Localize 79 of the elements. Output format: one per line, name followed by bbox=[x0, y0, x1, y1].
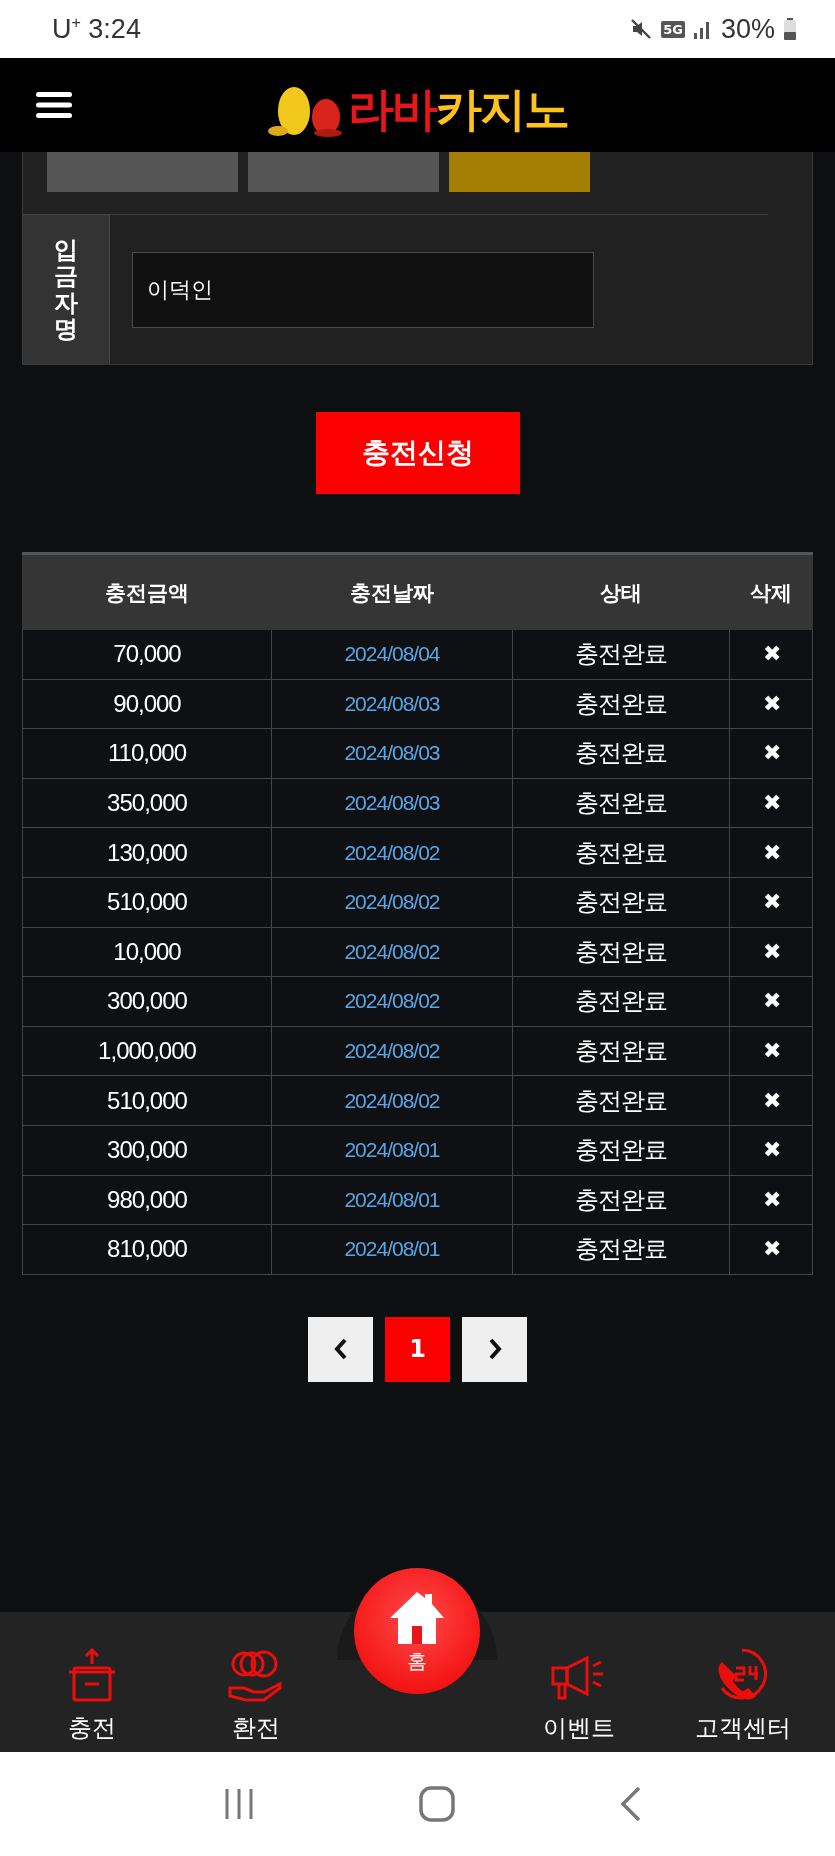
table-cell: 충전완료 bbox=[513, 977, 730, 1026]
table-cell: 1,000,000 bbox=[23, 1026, 272, 1076]
delete-button[interactable]: ✖ bbox=[762, 790, 780, 817]
table-cell: 2024/08/02 bbox=[272, 977, 513, 1026]
table-cell: 510,000 bbox=[23, 877, 272, 927]
table-cell: 2024/08/01 bbox=[272, 1225, 513, 1274]
status-time: U$^{+}$ 3:24 bbox=[52, 13, 141, 45]
chevron-left-icon bbox=[333, 1338, 348, 1361]
delete-button[interactable]: ✖ bbox=[762, 740, 780, 767]
box-icon bbox=[66, 1648, 117, 1704]
table-cell: 2024/08/04 bbox=[272, 630, 513, 679]
page-button[interactable]: 1 bbox=[385, 1316, 450, 1382]
table-cell: 130,000 bbox=[23, 828, 272, 877]
table-cell: 810,000 bbox=[23, 1225, 272, 1274]
delete-button[interactable]: ✖ bbox=[762, 1186, 780, 1213]
depositor-field[interactable]: 이덕인 bbox=[132, 251, 594, 328]
column-header: 삭제 bbox=[749, 579, 793, 607]
table-cell: 2024/08/02 bbox=[272, 927, 513, 977]
delete-button[interactable]: ✖ bbox=[762, 1137, 780, 1164]
delete-button[interactable]: ✖ bbox=[762, 1087, 780, 1114]
network-label: 5G bbox=[661, 20, 685, 38]
table-cell: 300,000 bbox=[23, 977, 272, 1026]
delete-button[interactable]: ✖ bbox=[762, 988, 780, 1015]
table-cell: 충전완료 bbox=[513, 1175, 730, 1225]
delete-button[interactable]: ✖ bbox=[762, 641, 780, 668]
table-cell: 2024/08/01 bbox=[272, 1175, 513, 1225]
delete-button[interactable]: ✖ bbox=[762, 1236, 780, 1263]
table-cell: 충전완료 bbox=[513, 927, 730, 977]
table-cell: 충전완료 bbox=[513, 1076, 730, 1125]
table-cell: 2024/08/02 bbox=[272, 828, 513, 877]
table-cell: 980,000 bbox=[23, 1175, 272, 1225]
home-button[interactable]: 홈 bbox=[354, 1568, 481, 1694]
delete-button[interactable]: ✖ bbox=[762, 889, 780, 916]
table-cell: 90,000 bbox=[23, 679, 272, 729]
nav-item[interactable]: 충전 bbox=[26, 1648, 157, 1744]
table-cell: 300,000 bbox=[23, 1125, 272, 1175]
table-cell: 2024/08/03 bbox=[272, 729, 513, 778]
coins-hand-icon bbox=[227, 1648, 284, 1704]
table-cell: 충전완료 bbox=[513, 828, 730, 877]
column-header: 충전금액 bbox=[103, 579, 190, 607]
delete-button[interactable]: ✖ bbox=[762, 839, 780, 866]
table-cell: 충전완료 bbox=[513, 778, 730, 828]
previous-page-button[interactable] bbox=[308, 1316, 373, 1382]
table-cell: 충전완료 bbox=[513, 729, 730, 778]
table-cell: 510,000 bbox=[23, 1076, 272, 1125]
table-cell: 2024/08/02 bbox=[272, 877, 513, 927]
table-cell: 충전완료 bbox=[513, 1225, 730, 1274]
table-cell: 2024/08/03 bbox=[272, 679, 513, 729]
field-label: 입금자명 bbox=[54, 236, 78, 343]
table-cell: 2024/08/02 bbox=[272, 1026, 513, 1076]
table-cell: 2024/08/01 bbox=[272, 1125, 513, 1175]
table-cell: 70,000 bbox=[23, 630, 272, 679]
delete-button[interactable]: ✖ bbox=[762, 1038, 780, 1065]
logo-text: 카지노 bbox=[435, 81, 568, 137]
table-cell: 350,000 bbox=[23, 778, 272, 828]
home-icon[interactable] bbox=[419, 1786, 456, 1822]
table-cell: 2024/08/02 bbox=[272, 1076, 513, 1125]
chevron-right-icon bbox=[487, 1338, 502, 1361]
table-cell: 충전완료 bbox=[513, 1026, 730, 1076]
table-cell: 2024/08/03 bbox=[272, 778, 513, 828]
delete-button[interactable]: ✖ bbox=[762, 690, 780, 717]
delete-button[interactable]: ✖ bbox=[762, 938, 780, 965]
logo-text: 라바 bbox=[347, 81, 436, 137]
table-cell: 110,000 bbox=[23, 729, 272, 778]
battery-icon bbox=[783, 17, 797, 41]
menu-icon[interactable] bbox=[36, 90, 72, 120]
battery-level: 30% bbox=[720, 13, 775, 45]
submit-button[interactable]: 충전신청 bbox=[315, 412, 520, 494]
column-header: 상태 bbox=[598, 579, 643, 607]
table-cell: 충전완료 bbox=[513, 877, 730, 927]
table-cell: 충전완료 bbox=[513, 1125, 730, 1175]
table-cell: 충전완료 bbox=[513, 630, 730, 679]
nav-item[interactable]: 이벤트 bbox=[514, 1652, 645, 1744]
nav-item[interactable]: 환전 bbox=[190, 1648, 321, 1744]
table-cell: 10,000 bbox=[23, 927, 272, 977]
column-header: 충전날짜 bbox=[348, 579, 435, 607]
table-cell: 충전완료 bbox=[513, 679, 730, 729]
next-page-button[interactable] bbox=[462, 1316, 527, 1382]
nav-item[interactable]: 고객센터 bbox=[678, 1646, 809, 1744]
